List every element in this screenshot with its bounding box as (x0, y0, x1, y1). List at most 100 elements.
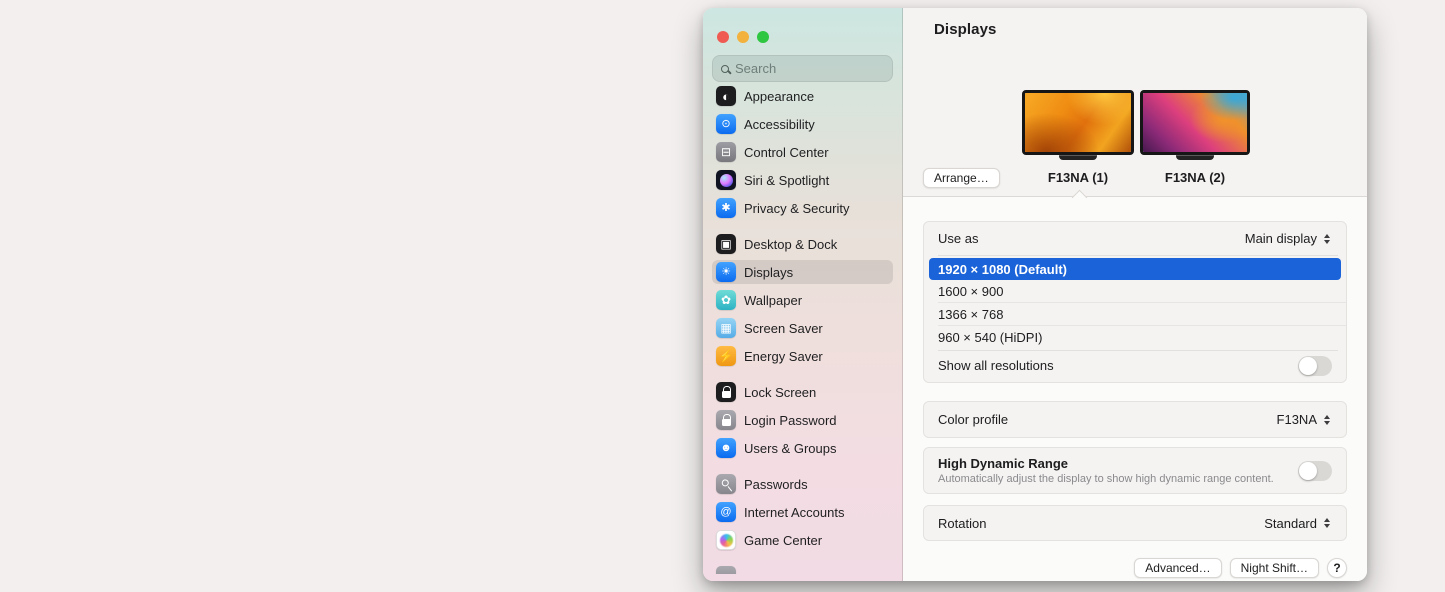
sidebar-item-users-groups[interactable]: ☻ Users & Groups (712, 436, 893, 460)
sidebar-item-label: Wallpaper (744, 292, 803, 308)
resolution-option-selected[interactable]: 1920 × 1080 (Default) (929, 258, 1341, 280)
lock-screen-icon (716, 382, 736, 402)
sidebar-item-energy-saver[interactable]: ⚡ Energy Saver (712, 344, 893, 368)
sidebar-item-desktop-dock[interactable]: ▣ Desktop & Dock (712, 232, 893, 256)
use-as-value: Main display (1244, 231, 1317, 246)
sidebar-item-control-center[interactable]: ⊟ Control Center (712, 140, 893, 164)
sidebar-item-appearance[interactable]: ◐ Appearance (712, 84, 893, 108)
resolution-option[interactable]: 960 × 540 (HiDPI) (924, 326, 1346, 348)
sidebar-item-partial[interactable] (712, 564, 893, 574)
display-1-label: F13NA (1) (1047, 170, 1109, 185)
window-controls (712, 8, 893, 43)
rotation-popup[interactable]: Standard (1264, 516, 1332, 531)
display-2-stand (1176, 155, 1214, 160)
footer-actions: Advanced… Night Shift… ? (923, 558, 1347, 578)
chevron-updown-icon (1322, 232, 1332, 246)
show-all-resolutions-toggle[interactable] (1298, 355, 1332, 376)
sidebar-item-label: Energy Saver (744, 348, 823, 364)
show-all-resolutions-label: Show all resolutions (938, 358, 1054, 373)
sidebar-item-label: Internet Accounts (744, 504, 845, 520)
clipped-icon (716, 566, 736, 574)
sidebar-item-label: Siri & Spotlight (744, 172, 830, 188)
help-button[interactable]: ? (1327, 558, 1347, 578)
display-2-screen (1140, 90, 1250, 155)
minimize-button[interactable] (737, 31, 749, 43)
sidebar-item-login-password[interactable]: Login Password (712, 408, 893, 432)
display-1-screen (1022, 90, 1134, 155)
sidebar-item-label: Accessibility (744, 116, 815, 132)
use-as-popup[interactable]: Main display (1245, 231, 1332, 246)
color-profile-label: Color profile (938, 412, 1009, 427)
sidebar-item-screen-saver[interactable]: ▦ Screen Saver (712, 316, 893, 340)
color-profile-popup[interactable]: F13NA (1277, 412, 1332, 427)
display-2-label: F13NA (2) (1164, 170, 1226, 185)
screen-saver-icon: ▦ (716, 318, 736, 338)
display-thumbnail-2[interactable] (1140, 90, 1250, 160)
resolution-option[interactable]: 1600 × 900 (924, 280, 1346, 302)
arrange-button[interactable]: Arrange… (923, 168, 1000, 188)
displays-icon: ☀ (716, 262, 736, 282)
displays-header: Displays F13NA (1) F13NA (2) Arrange… (903, 8, 1367, 205)
sidebar-item-label: Desktop & Dock (744, 236, 838, 252)
sidebar-nav: ◐ Appearance ⊙ Accessibility ⊟ Control C… (712, 84, 893, 574)
search-icon (721, 64, 729, 73)
sidebar-item-label: Users & Groups (744, 440, 837, 456)
settings-sidebar: Search ◐ Appearance ⊙ Accessibility ⊟ Co… (703, 8, 903, 581)
sidebar-item-wallpaper[interactable]: ✿ Wallpaper (712, 288, 893, 312)
rotation-row: Rotation Standard (924, 506, 1346, 540)
desktop-dock-icon: ▣ (716, 234, 736, 254)
hdr-toggle[interactable] (1298, 460, 1332, 481)
passwords-icon (716, 474, 736, 494)
sidebar-item-label: Login Password (744, 412, 837, 428)
color-profile-row: Color profile F13NA (924, 402, 1346, 437)
sidebar-item-accessibility[interactable]: ⊙ Accessibility (712, 112, 893, 136)
game-center-icon (716, 530, 736, 550)
energy-saver-icon: ⚡ (716, 346, 736, 366)
rotation-card: Rotation Standard (923, 505, 1347, 541)
privacy-security-icon: ✱ (716, 198, 736, 218)
close-button[interactable] (717, 31, 729, 43)
internet-accounts-icon: @ (716, 502, 736, 522)
sidebar-item-displays[interactable]: ☀ Displays (712, 260, 893, 284)
rotation-value: Standard (1264, 515, 1317, 531)
color-profile-value: F13NA (1276, 412, 1317, 427)
use-as-row: Use as Main display (924, 222, 1346, 255)
accessibility-icon: ⊙ (716, 114, 736, 134)
displays-pane: Displays F13NA (1) F13NA (2) Arrange… Us… (903, 8, 1367, 581)
hdr-card: High Dynamic Range Automatically adjust … (923, 447, 1347, 494)
sidebar-item-siri-spotlight[interactable]: Siri & Spotlight (712, 168, 893, 192)
sidebar-item-label: Screen Saver (744, 320, 823, 336)
sidebar-item-internet-accounts[interactable]: @ Internet Accounts (712, 500, 893, 524)
sidebar-item-label: Appearance (744, 88, 815, 104)
sidebar-item-label: Displays (744, 264, 794, 280)
sidebar-item-label: Privacy & Security (744, 200, 850, 216)
night-shift-button[interactable]: Night Shift… (1229, 558, 1319, 578)
sidebar-item-passwords[interactable]: Passwords (712, 472, 893, 496)
zoom-button[interactable] (757, 31, 769, 43)
appearance-icon: ◐ (716, 86, 736, 106)
sidebar-item-label: Lock Screen (744, 384, 817, 400)
users-groups-icon: ☻ (716, 438, 736, 458)
sidebar-item-lock-screen[interactable]: Lock Screen (712, 380, 893, 404)
resolution-card: Use as Main display 1920 × 1080 (Default… (923, 221, 1347, 383)
color-profile-card: Color profile F13NA (923, 401, 1347, 438)
sidebar-item-game-center[interactable]: Game Center (712, 528, 893, 552)
hdr-text: High Dynamic Range Automatically adjust … (938, 456, 1274, 485)
sidebar-item-privacy-security[interactable]: ✱ Privacy & Security (712, 196, 893, 220)
resolution-option[interactable]: 1366 × 768 (924, 303, 1346, 325)
sidebar-item-label: Control Center (744, 144, 829, 160)
sidebar-item-label: Game Center (744, 532, 823, 548)
search-placeholder: Search (735, 61, 777, 76)
display-thumbnail-1[interactable] (1022, 90, 1134, 160)
login-password-icon (716, 410, 736, 430)
display-settings-content: Use as Main display 1920 × 1080 (Default… (903, 197, 1367, 581)
hdr-description: Automatically adjust the display to show… (938, 473, 1274, 485)
chevron-updown-icon (1322, 516, 1332, 530)
use-as-label: Use as (938, 231, 979, 246)
siri-icon (716, 170, 736, 190)
hdr-label: High Dynamic Range (938, 456, 1069, 471)
search-input[interactable]: Search (712, 55, 893, 82)
system-settings-window: Search ◐ Appearance ⊙ Accessibility ⊟ Co… (703, 8, 1367, 581)
advanced-button[interactable]: Advanced… (1134, 558, 1222, 578)
rotation-label: Rotation (938, 515, 987, 531)
